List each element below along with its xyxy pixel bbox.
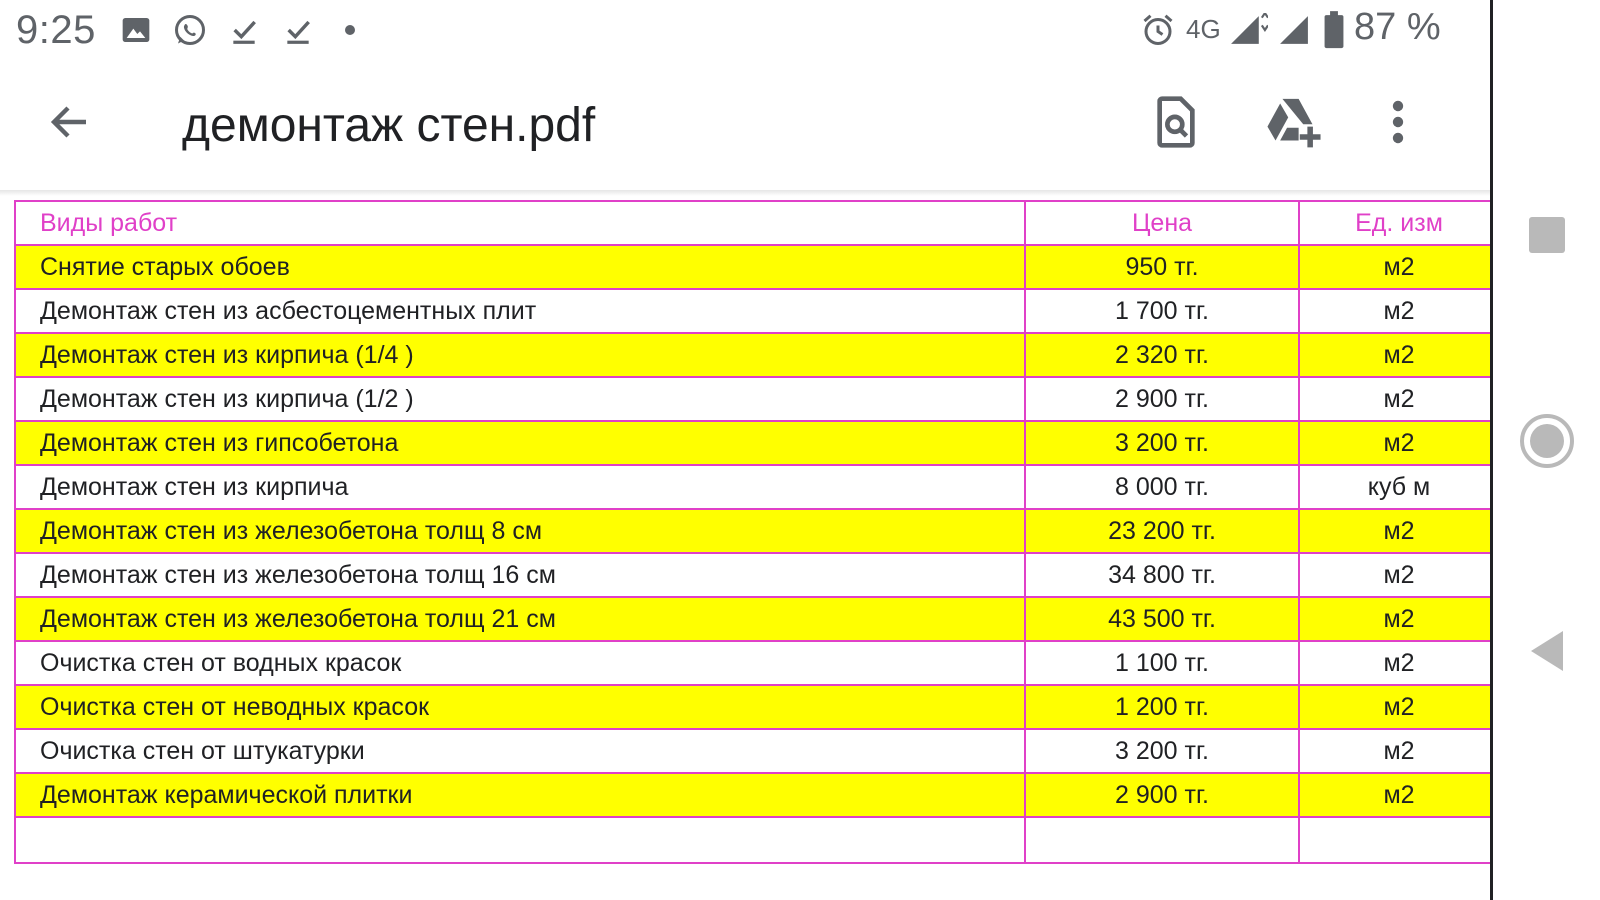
cell-unit: м2 [1298, 552, 1500, 598]
cell-unit: м2 [1298, 640, 1500, 686]
table-row: Демонтаж керамической плитки 2 900 тг. м2 [14, 772, 1500, 818]
cell-work-name: Очистка стен от штукатурки [14, 728, 1026, 774]
cell-unit: м2 [1298, 596, 1500, 642]
cell-unit: м2 [1298, 288, 1500, 334]
table-row: Демонтаж стен из кирпича (1/4 ) 2 320 тг.… [14, 332, 1500, 378]
cell-price: 950 тг. [1024, 244, 1300, 290]
battery-icon [1320, 10, 1348, 50]
table-row: Снятие старых обоев 950 тг. м2 [14, 244, 1500, 290]
cell-unit: м2 [1298, 244, 1500, 290]
cell-unit: м2 [1298, 332, 1500, 378]
network-type: 4G [1186, 14, 1221, 44]
cell-work-name: Демонтаж стен из гипсобетона [14, 420, 1026, 466]
app-bar-shadow [0, 190, 1490, 196]
download-done-icon [226, 10, 262, 50]
cell-work-name: Снятие старых обоев [14, 244, 1026, 290]
search-document-icon [1148, 94, 1204, 155]
cell-unit: м2 [1298, 420, 1500, 466]
cell-work-name: Очистка стен от водных красок [14, 640, 1026, 686]
more-options-button[interactable] [1362, 88, 1434, 160]
cell-work-name: Демонтаж стен из асбестоцементных плит [14, 288, 1026, 334]
cell-empty [1024, 816, 1300, 864]
cell-price: 1 100 тг. [1024, 640, 1300, 686]
cell-price: 3 200 тг. [1024, 728, 1300, 774]
battery-percent: 87 % [1354, 6, 1441, 48]
cell-work-name: Демонтаж керамической плитки [14, 772, 1026, 818]
table-row: Демонтаж стен из железобетона толщ 8 см 2… [14, 508, 1500, 554]
more-vert-icon [1388, 98, 1408, 151]
image-icon [118, 10, 154, 50]
price-table: Виды работ Цена Ед. изм Снятие старых об… [14, 200, 1500, 864]
home-circle-icon [1519, 413, 1575, 474]
cell-price: 34 800 тг. [1024, 552, 1300, 598]
navigation-bar [1493, 0, 1600, 900]
status-time: 9:25 [16, 8, 96, 52]
cell-empty [14, 816, 1026, 864]
cell-work-name: Демонтаж стен из кирпича [14, 464, 1026, 510]
table-row: Демонтаж стен из железобетона толщ 21 см… [14, 596, 1500, 642]
pdf-page[interactable]: Виды работ Цена Ед. изм Снятие старых об… [14, 200, 1500, 864]
add-to-drive-button[interactable] [1258, 88, 1330, 160]
back-button[interactable] [38, 92, 102, 156]
cell-price: 23 200 тг. [1024, 508, 1300, 554]
header-price: Цена [1024, 200, 1300, 246]
cell-work-name: Демонтаж стен из железобетона толщ 8 см [14, 508, 1026, 554]
table-row: Демонтаж стен из асбестоцементных плит 1 … [14, 288, 1500, 334]
table-row: Очистка стен от водных красок 1 100 тг. м2 [14, 640, 1500, 686]
cell-price: 3 200 тг. [1024, 420, 1300, 466]
cell-unit: м2 [1298, 728, 1500, 774]
cell-price: 8 000 тг. [1024, 464, 1300, 510]
cell-price: 2 900 тг. [1024, 772, 1300, 818]
cell-price: 43 500 тг. [1024, 596, 1300, 642]
whatsapp-icon [170, 10, 210, 50]
table-row: Очистка стен от штукатурки 3 200 тг. м2 [14, 728, 1500, 774]
cell-unit: м2 [1298, 772, 1500, 818]
back-triangle-icon [1527, 629, 1567, 678]
cell-price: 2 320 тг. [1024, 332, 1300, 378]
nav-back-button[interactable] [1493, 608, 1600, 698]
signal-icon [1274, 10, 1314, 50]
cell-work-name: Демонтаж стен из железобетона толщ 16 см [14, 552, 1026, 598]
cell-unit: м2 [1298, 508, 1500, 554]
cell-work-name: Демонтаж стен из железобетона толщ 21 см [14, 596, 1026, 642]
table-row: Демонтаж стен из гипсобетона 3 200 тг. м2 [14, 420, 1500, 466]
table-body: Снятие старых обоев 950 тг. м2 Демонтаж ст… [14, 244, 1500, 864]
back-arrow-icon [46, 98, 94, 151]
drive-add-icon [1264, 94, 1324, 155]
table-header-row: Виды работ Цена Ед. изм [14, 200, 1500, 246]
download-done-icon [280, 10, 316, 50]
cell-work-name: Демонтаж стен из кирпича (1/4 ) [14, 332, 1026, 378]
cell-price: 1 200 тг. [1024, 684, 1300, 730]
table-row: Демонтаж стен из кирпича (1/2 ) 2 900 тг.… [14, 376, 1500, 422]
recents-square-icon [1527, 215, 1567, 260]
cell-unit: куб м [1298, 464, 1500, 510]
cell-price: 2 900 тг. [1024, 376, 1300, 422]
find-in-document-button[interactable] [1140, 88, 1212, 160]
alarm-icon [1138, 10, 1178, 50]
header-unit: Ед. изм [1298, 200, 1500, 246]
status-bar: 9:25 4G 87 % [0, 0, 1490, 62]
document-title: демонтаж стен.pdf [182, 99, 596, 152]
cell-unit: м2 [1298, 376, 1500, 422]
app-bar: демонтаж стен.pdf [0, 62, 1490, 190]
table-row: Демонтаж стен из железобетона толщ 16 см… [14, 552, 1500, 598]
cell-work-name: Очистка стен от неводных красок [14, 684, 1026, 730]
cell-unit: м2 [1298, 684, 1500, 730]
cell-work-name: Демонтаж стен из кирпича (1/2 ) [14, 376, 1026, 422]
signal-icon [1226, 10, 1270, 50]
table-row: Очистка стен от неводных красок 1 200 тг.… [14, 684, 1500, 730]
dot-icon [342, 10, 358, 50]
table-row-empty [14, 816, 1500, 864]
cell-empty [1298, 816, 1500, 864]
header-work-type: Виды работ [14, 200, 1026, 246]
recents-button[interactable] [1493, 192, 1600, 282]
home-button[interactable] [1493, 398, 1600, 488]
table-row: Демонтаж стен из кирпича 8 000 тг. куб м [14, 464, 1500, 510]
cell-price: 1 700 тг. [1024, 288, 1300, 334]
